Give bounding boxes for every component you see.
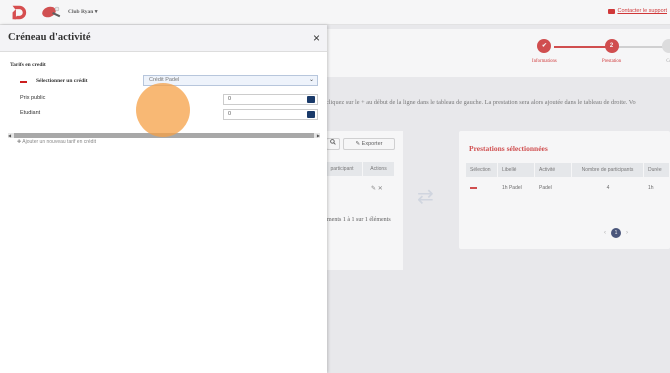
price-label: Prix public <box>20 95 46 101</box>
remove-tarif-minus-icon[interactable] <box>20 81 27 83</box>
price-value: 0 <box>228 96 232 102</box>
credit-select-label: Sélectionner un crédit <box>36 78 88 84</box>
section-title: Tarifs en credit <box>10 62 46 68</box>
price-student-input[interactable]: 0 <box>223 109 318 120</box>
calculator-icon[interactable] <box>307 96 315 103</box>
modal-header: Créneau d'activité × <box>0 25 327 52</box>
price-label: Etudiant <box>20 110 41 116</box>
modal-title: Créneau d'activité <box>8 32 91 43</box>
scroll-left-icon[interactable]: ◀ <box>8 133 11 138</box>
click-highlight <box>136 83 190 137</box>
price-value: 0 <box>228 111 232 117</box>
scroll-right-icon[interactable]: ▶ <box>317 133 320 138</box>
add-credit-tarif-link[interactable]: ✚ Ajouter un nouveau tarif en crédit <box>17 139 96 145</box>
calculator-icon[interactable] <box>307 111 315 118</box>
activity-slot-modal: Créneau d'activité × Tarifs en credit Sé… <box>0 25 327 373</box>
close-icon[interactable]: × <box>313 32 320 44</box>
price-public-input[interactable]: 0 <box>223 94 318 105</box>
chevron-down-icon: ⌄ <box>308 77 314 83</box>
